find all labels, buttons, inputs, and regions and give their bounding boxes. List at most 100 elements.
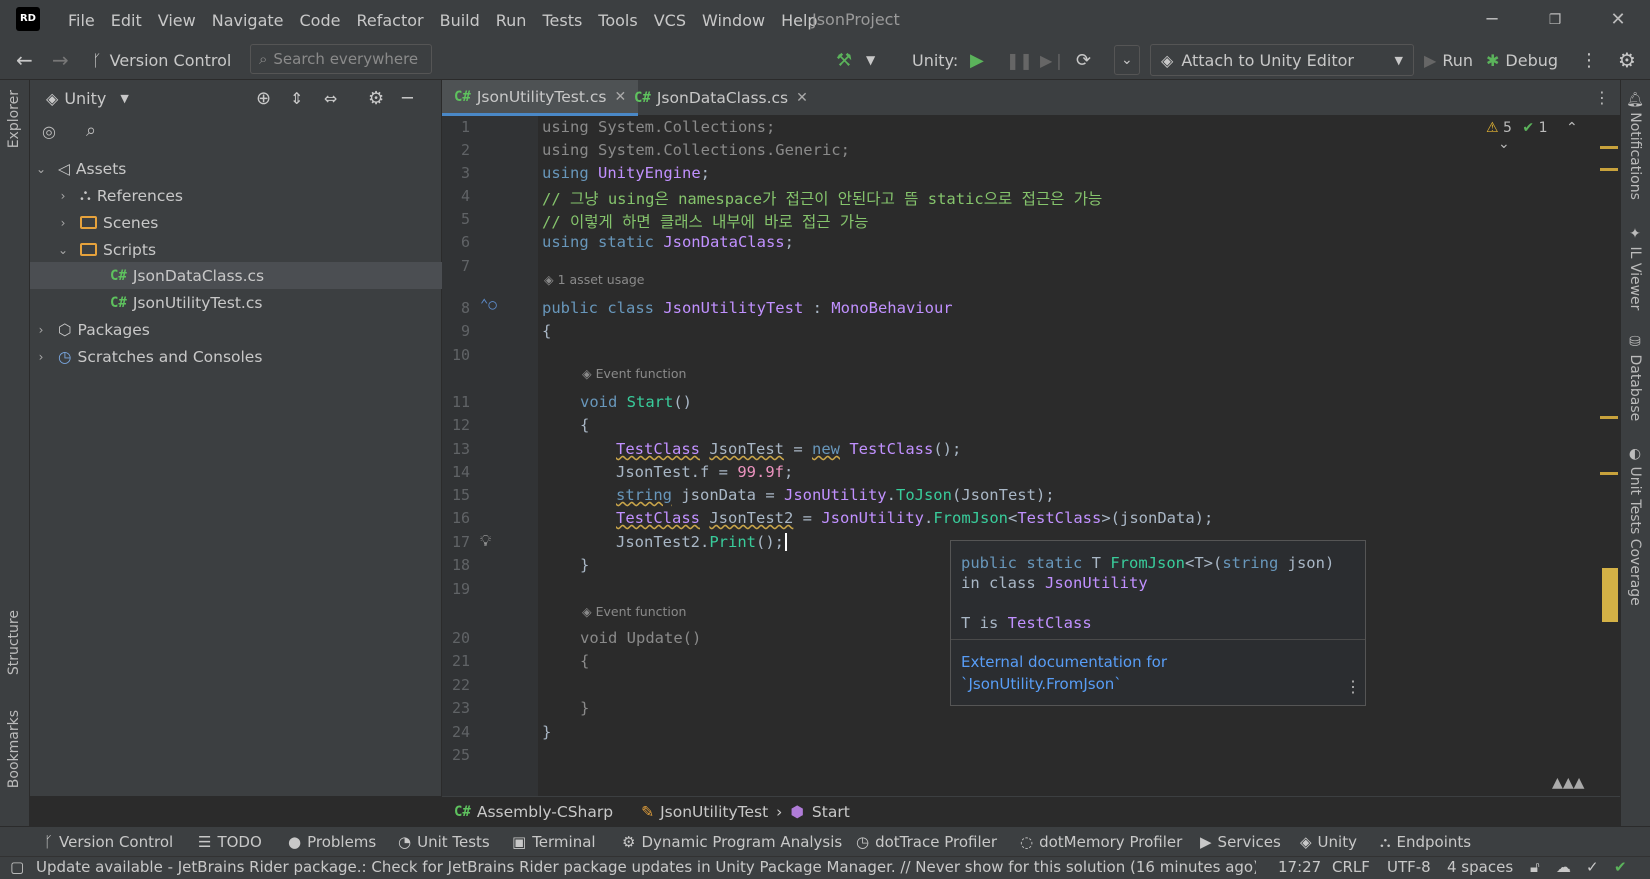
restore-icon[interactable]: ❐ (1543, 8, 1567, 32)
tree-node-jsondataclass[interactable]: C# JsonDataClass.cs (30, 262, 442, 289)
tab-jsondataclass[interactable]: C# JsonDataClass.cs ✕ (622, 80, 820, 116)
expand-arrow-icon[interactable]: › (56, 189, 70, 203)
cloud-icon[interactable]: ☁ (1556, 858, 1571, 876)
external-documentation-link[interactable]: External documentation for `JsonUtility.… (961, 651, 1167, 695)
unity-refresh-icon[interactable]: ⟳ (1076, 40, 1091, 80)
tool-tab-unity[interactable]: ◈ Unity (1300, 827, 1357, 857)
tree-node-references[interactable]: › ⛬ References (30, 182, 442, 209)
tool-tab-version-control[interactable]: ᚴ Version Control (44, 827, 173, 857)
check-circle-icon[interactable]: ✓ (1586, 858, 1599, 876)
tab-jsonutilitytest[interactable]: C# JsonUtilityTest.cs ✕ (442, 80, 639, 116)
menu-refactor[interactable]: Refactor (348, 11, 431, 30)
tree-node-assets[interactable]: ⌄ ◁ Assets (30, 155, 442, 182)
tool-tab-dynamic-program-analysis[interactable]: ⚙ Dynamic Program Analysis (622, 827, 842, 857)
menu-tests[interactable]: Tests (534, 11, 590, 30)
tree-node-jsonutilitytest[interactable]: C# JsonUtilityTest.cs (30, 289, 442, 316)
more-vertical-icon[interactable]: ⋮ (1580, 40, 1598, 80)
more-vertical-icon[interactable]: ⋮ (1594, 88, 1610, 107)
menu-edit[interactable]: Edit (103, 11, 150, 30)
menu-tools[interactable]: Tools (590, 11, 645, 30)
unit-tests-coverage-tool-tab[interactable]: ◐ Unit Tests Coverage (1627, 446, 1643, 606)
check-icon[interactable]: ✔ (1614, 858, 1627, 876)
indent-setting[interactable]: 4 spaces (1447, 858, 1513, 876)
forward-icon[interactable]: → (52, 40, 69, 80)
scroll-marker[interactable] (1600, 472, 1618, 475)
menu-view[interactable]: View (150, 11, 204, 30)
minimize-icon[interactable]: ─ (1480, 8, 1504, 32)
tool-tab-dotmemory[interactable]: ◌ dotMemory Profiler (1020, 827, 1182, 857)
event-function-hint[interactable]: ◈ Event function (582, 366, 686, 381)
lock-icon[interactable]: 🔓︎ (1530, 858, 1540, 876)
explorer-tool-tab[interactable]: Explorer (6, 90, 22, 148)
lightbulb-icon[interactable]: 💡︎ (480, 531, 491, 551)
scroll-marker[interactable] (1600, 416, 1618, 419)
menu-code[interactable]: Code (292, 11, 349, 30)
structure-tool-tab[interactable]: Structure (6, 610, 22, 675)
hide-panel-icon[interactable]: ─ (402, 88, 413, 109)
menu-navigate[interactable]: Navigate (204, 11, 292, 30)
breadcrumb-assembly[interactable]: Assembly-CSharp (477, 803, 613, 821)
close-window-icon[interactable]: ✕ (1606, 8, 1630, 32)
tool-tab-services[interactable]: ▶ Services (1200, 827, 1281, 857)
unity-pause-icon[interactable]: ❚❚ (1006, 40, 1033, 80)
expand-arrow-icon[interactable]: ⌄ (56, 243, 70, 257)
explorer-view-select[interactable]: Unity (64, 89, 106, 108)
tool-tab-terminal[interactable]: ▣ Terminal (512, 827, 596, 857)
tree-node-scripts[interactable]: ⌄ Scripts (30, 236, 442, 263)
chevron-up-icon[interactable]: ⌃ (1566, 120, 1578, 136)
scroll-marker[interactable] (1600, 146, 1618, 149)
tree-node-scenes[interactable]: › Scenes (30, 209, 442, 236)
menu-build[interactable]: Build (432, 11, 488, 30)
scroll-marker[interactable] (1600, 168, 1618, 171)
asset-usage-hint[interactable]: ◈ 1 asset usage (544, 272, 645, 287)
tool-tab-problems[interactable]: ● Problems (288, 827, 376, 857)
expand-all-icon[interactable]: ⇕ (290, 89, 303, 108)
tool-tab-todo[interactable]: ☰ TODO (198, 827, 262, 857)
debug-button[interactable]: ✱ Debug (1486, 40, 1558, 80)
run-button[interactable]: ▶ Run (1424, 40, 1473, 80)
menu-vcs[interactable]: VCS (646, 11, 694, 30)
expand-arrow-icon[interactable]: › (34, 350, 48, 364)
build-dropdown-icon[interactable]: ▼ (866, 40, 875, 80)
settings-gear-icon[interactable]: ⚙ (1618, 40, 1636, 80)
back-icon[interactable]: ← (16, 40, 33, 80)
breadcrumb-class[interactable]: JsonUtilityTest (660, 803, 768, 821)
expand-arrow-icon[interactable]: › (56, 216, 70, 230)
expand-arrow-icon[interactable]: › (34, 323, 48, 337)
bookmarks-tool-tab[interactable]: Bookmarks (6, 710, 22, 788)
tool-tab-dottrace[interactable]: ◷ dotTrace Profiler (856, 827, 997, 857)
status-toggle-icon[interactable]: ▢ (10, 858, 24, 876)
menu-file[interactable]: File (60, 11, 103, 30)
chevron-down-icon[interactable]: ⌄ (1498, 136, 1510, 152)
collapse-all-icon[interactable]: ⇔ (324, 89, 337, 108)
unity-step-icon[interactable]: ▶❘ (1040, 40, 1066, 80)
il-viewer-tool-tab[interactable]: ✦ IL Viewer (1627, 226, 1643, 310)
inspection-widget[interactable]: ⚠ 5 ✔ 1 ⌃ ⌄ (1486, 120, 1602, 152)
quick-documentation-popup[interactable]: public static T FromJson<T>(string json)… (950, 540, 1366, 706)
unity-play-icon[interactable]: ▶ (970, 40, 984, 80)
breadcrumb-method[interactable]: Start (812, 803, 850, 821)
build-hammer-icon[interactable]: ⚒ (836, 40, 852, 80)
vcs-widget[interactable]: ᚴ Version Control (92, 40, 231, 80)
locate-icon[interactable]: ⊕ (256, 88, 271, 109)
more-vertical-icon[interactable]: ⋮ (1345, 677, 1361, 696)
unity-dropdown-icon[interactable]: ⌄ (1114, 45, 1140, 75)
status-message[interactable]: Update available - JetBrains Rider packa… (36, 858, 1256, 876)
expand-arrow-icon[interactable]: ⌄ (34, 162, 48, 176)
chevron-down-icon[interactable]: ▼ (120, 92, 128, 105)
filter-icon[interactable]: ◎ (42, 122, 56, 141)
caret-position[interactable]: 17:27 (1278, 858, 1321, 876)
tree-node-packages[interactable]: › ⬡ Packages (30, 316, 442, 343)
tool-tab-endpoints[interactable]: ⛬ Endpoints (1380, 827, 1471, 857)
implements-gutter-icon[interactable]: ⌃○ (480, 297, 497, 313)
close-icon[interactable]: ✕ (796, 90, 808, 106)
tree-node-scratches[interactable]: › ◷ Scratches and Consoles (30, 343, 442, 370)
database-tool-tab[interactable]: ⛁ Database (1627, 334, 1643, 421)
line-separator[interactable]: CRLF (1332, 858, 1370, 876)
gear-icon[interactable]: ⚙ (368, 88, 384, 109)
notifications-tool-tab[interactable]: 🔔︎ Notifications (1627, 90, 1643, 200)
reader-mode-icon[interactable]: ▲▲▲ (1552, 772, 1585, 793)
search-icon[interactable]: ⌕ (86, 120, 96, 141)
tool-tab-unit-tests[interactable]: ◔ Unit Tests (398, 827, 490, 857)
event-function-hint[interactable]: ◈ Event function (582, 604, 686, 619)
